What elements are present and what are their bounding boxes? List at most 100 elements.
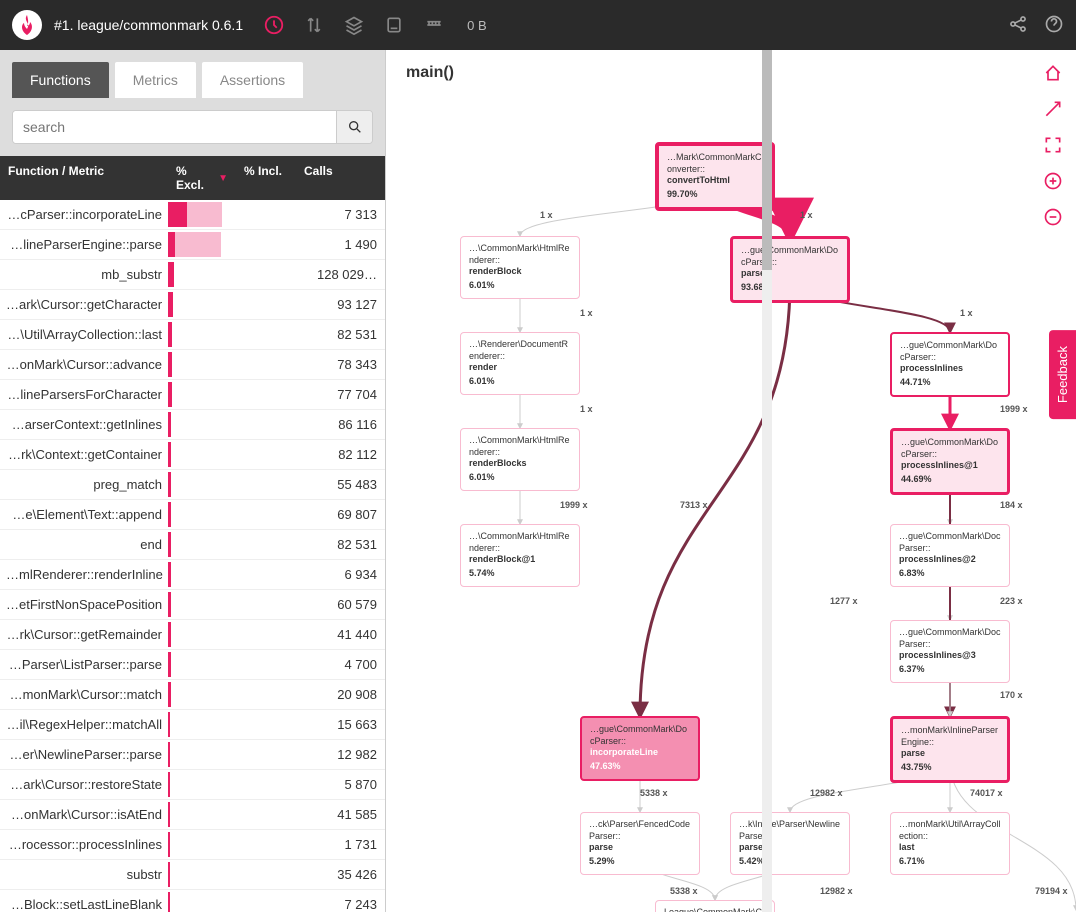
graph-node[interactable]: …\Renderer\DocumentRenderer::render6.01% — [460, 332, 580, 395]
table-row[interactable]: …etFirstNonSpacePosition 60 579 — [0, 590, 385, 620]
tab-assertions[interactable]: Assertions — [202, 62, 303, 98]
graph-node[interactable]: …k\Inline\Parser\NewlineParser::parse5.4… — [730, 812, 850, 875]
edge-label: 7313 x — [680, 500, 708, 510]
edge-label: 12982 x — [810, 788, 843, 798]
table-row[interactable]: …onMark\Cursor::isAtEnd 41 585 — [0, 800, 385, 830]
graph-node[interactable]: …gue\CommonMark\DocParser::incorporateLi… — [580, 716, 700, 781]
fn-name: …Parser\ListParser::parse — [0, 657, 168, 672]
fn-name: …onMark\Cursor::advance — [0, 357, 168, 372]
col-function[interactable]: Function / Metric — [0, 156, 168, 200]
graph-node[interactable]: …Mark\CommonMarkConverter::convertToHtml… — [655, 142, 775, 211]
table-row[interactable]: …cParser::incorporateLine 7 313 — [0, 200, 385, 230]
layers-icon[interactable] — [343, 14, 365, 36]
search-button[interactable] — [336, 111, 372, 143]
db-icon[interactable] — [383, 14, 405, 36]
zoom-out-icon[interactable] — [1040, 204, 1066, 230]
table-row[interactable]: …ark\Cursor::restoreState 5 870 — [0, 770, 385, 800]
fn-name: …il\RegexHelper::matchAll — [0, 717, 168, 732]
bar-cell — [168, 320, 236, 349]
table-row[interactable]: substr 35 426 — [0, 860, 385, 890]
calls-cell: 78 343 — [296, 357, 385, 372]
table-row[interactable]: …er\NewlineParser::parse 12 982 — [0, 740, 385, 770]
calls-cell: 1 731 — [296, 837, 385, 852]
sidebar-scrollbar-thumb[interactable] — [762, 50, 772, 270]
table-header: Function / Metric % Excl.▼ % Incl. Calls — [0, 156, 385, 200]
expand-icon[interactable] — [1040, 96, 1066, 122]
graph-node[interactable]: …gue\CommonMark\DocParser::processInline… — [890, 620, 1010, 683]
fn-name: …er\NewlineParser::parse — [0, 747, 168, 762]
home-icon[interactable] — [1040, 60, 1066, 86]
fn-name: …mlRenderer::renderInline — [0, 567, 168, 582]
table-row[interactable]: …Block::setLastLineBlank 7 243 — [0, 890, 385, 912]
table-row[interactable]: …il\RegexHelper::matchAll 15 663 — [0, 710, 385, 740]
col-excl[interactable]: % Excl.▼ — [168, 156, 236, 200]
search-box — [12, 110, 373, 144]
fullscreen-icon[interactable] — [1040, 132, 1066, 158]
graph-node[interactable]: …\CommonMark\HtmlRenderer::renderBlocks6… — [460, 428, 580, 491]
callgraph-panel[interactable]: main() …Mark\CommonMarkConverter::conver… — [386, 50, 1076, 912]
fn-name: …lineParserEngine::parse — [0, 237, 168, 252]
bar-cell — [168, 590, 236, 619]
tab-metrics[interactable]: Metrics — [115, 62, 196, 98]
table-row[interactable]: …rk\Cursor::getRemainder 41 440 — [0, 620, 385, 650]
table-row[interactable]: …monMark\Cursor::match 20 908 — [0, 680, 385, 710]
fn-name: substr — [0, 867, 168, 882]
calls-cell: 93 127 — [296, 297, 385, 312]
bar-cell — [168, 860, 236, 889]
calls-cell: 86 116 — [296, 417, 385, 432]
calls-cell: 69 807 — [296, 507, 385, 522]
edge-label: 1277 x — [830, 596, 858, 606]
table-row[interactable]: …ark\Cursor::getCharacter 93 127 — [0, 290, 385, 320]
edge-label: 1 x — [540, 210, 553, 220]
fn-name: …lineParsersForCharacter — [0, 387, 168, 402]
bar-cell — [168, 560, 236, 589]
tab-functions[interactable]: Functions — [12, 62, 109, 98]
zoom-in-icon[interactable] — [1040, 168, 1066, 194]
sidebar: Functions Metrics Assertions Function / … — [0, 50, 386, 912]
fn-name: …monMark\Cursor::match — [0, 687, 168, 702]
graph-node[interactable]: …\CommonMark\HtmlRenderer::renderBlock@1… — [460, 524, 580, 587]
col-incl[interactable]: % Incl. — [236, 156, 296, 200]
fn-name: …ark\Cursor::restoreState — [0, 777, 168, 792]
graph-node[interactable]: …gue\CommonMark\DocParser::processInline… — [890, 332, 1010, 397]
share-icon[interactable] — [1008, 14, 1028, 37]
table-row[interactable]: …mlRenderer::renderInline 6 934 — [0, 560, 385, 590]
table-row[interactable]: …e\Element\Text::append 69 807 — [0, 500, 385, 530]
table-row[interactable]: …arserContext::getInlines 86 116 — [0, 410, 385, 440]
bar-cell — [168, 770, 236, 799]
feedback-tab[interactable]: Feedback — [1049, 330, 1076, 419]
clock-icon[interactable] — [263, 14, 285, 36]
search-input[interactable] — [13, 111, 336, 143]
bar-cell — [168, 830, 236, 859]
table-row[interactable]: preg_match 55 483 — [0, 470, 385, 500]
logo-flame[interactable] — [12, 10, 42, 40]
calls-cell: 12 982 — [296, 747, 385, 762]
graph-node[interactable]: …monMark\InlineParserEngine::parse43.75% — [890, 716, 1010, 783]
table-row[interactable]: …lineParsersForCharacter 77 704 — [0, 380, 385, 410]
edge-label: 79194 x — [1035, 886, 1068, 896]
table-row[interactable]: end 82 531 — [0, 530, 385, 560]
graph-node[interactable]: …gue\CommonMark\DocParser::processInline… — [890, 524, 1010, 587]
page-title: #1. league/commonmark 0.6.1 — [54, 17, 243, 33]
graph-node[interactable]: …gue\CommonMark\DocParser::processInline… — [890, 428, 1010, 495]
table-row[interactable]: …Parser\ListParser::parse 4 700 — [0, 650, 385, 680]
bar-cell — [168, 410, 236, 439]
calls-cell: 82 531 — [296, 537, 385, 552]
table-row[interactable]: mb_substr 128 029… — [0, 260, 385, 290]
table-row[interactable]: …lineParserEngine::parse 1 490 — [0, 230, 385, 260]
graph-node[interactable]: …ck\Parser\FencedCodeParser::parse5.29% — [580, 812, 700, 875]
graph-node[interactable]: …gue\CommonMark\DocParser::parse93.68% — [730, 236, 850, 303]
graph-node[interactable]: …\CommonMark\HtmlRenderer::renderBlock6.… — [460, 236, 580, 299]
col-calls[interactable]: Calls — [296, 156, 385, 200]
graph-node[interactable]: League\CommonMark\Cursor::match5.82% — [655, 900, 775, 912]
graph-node[interactable]: …monMark\Util\ArrayCollection::last6.71% — [890, 812, 1010, 875]
table-row[interactable]: …rk\Context::getContainer 82 112 — [0, 440, 385, 470]
sort-icon[interactable] — [303, 14, 325, 36]
table-row[interactable]: …onMark\Cursor::advance 78 343 — [0, 350, 385, 380]
table-row[interactable]: …rocessor::processInlines 1 731 — [0, 830, 385, 860]
fn-name: …rk\Cursor::getRemainder — [0, 627, 168, 642]
edge-label: 5338 x — [640, 788, 668, 798]
table-row[interactable]: …\Util\ArrayCollection::last 82 531 — [0, 320, 385, 350]
network-icon[interactable] — [423, 14, 445, 36]
help-icon[interactable] — [1044, 14, 1064, 37]
